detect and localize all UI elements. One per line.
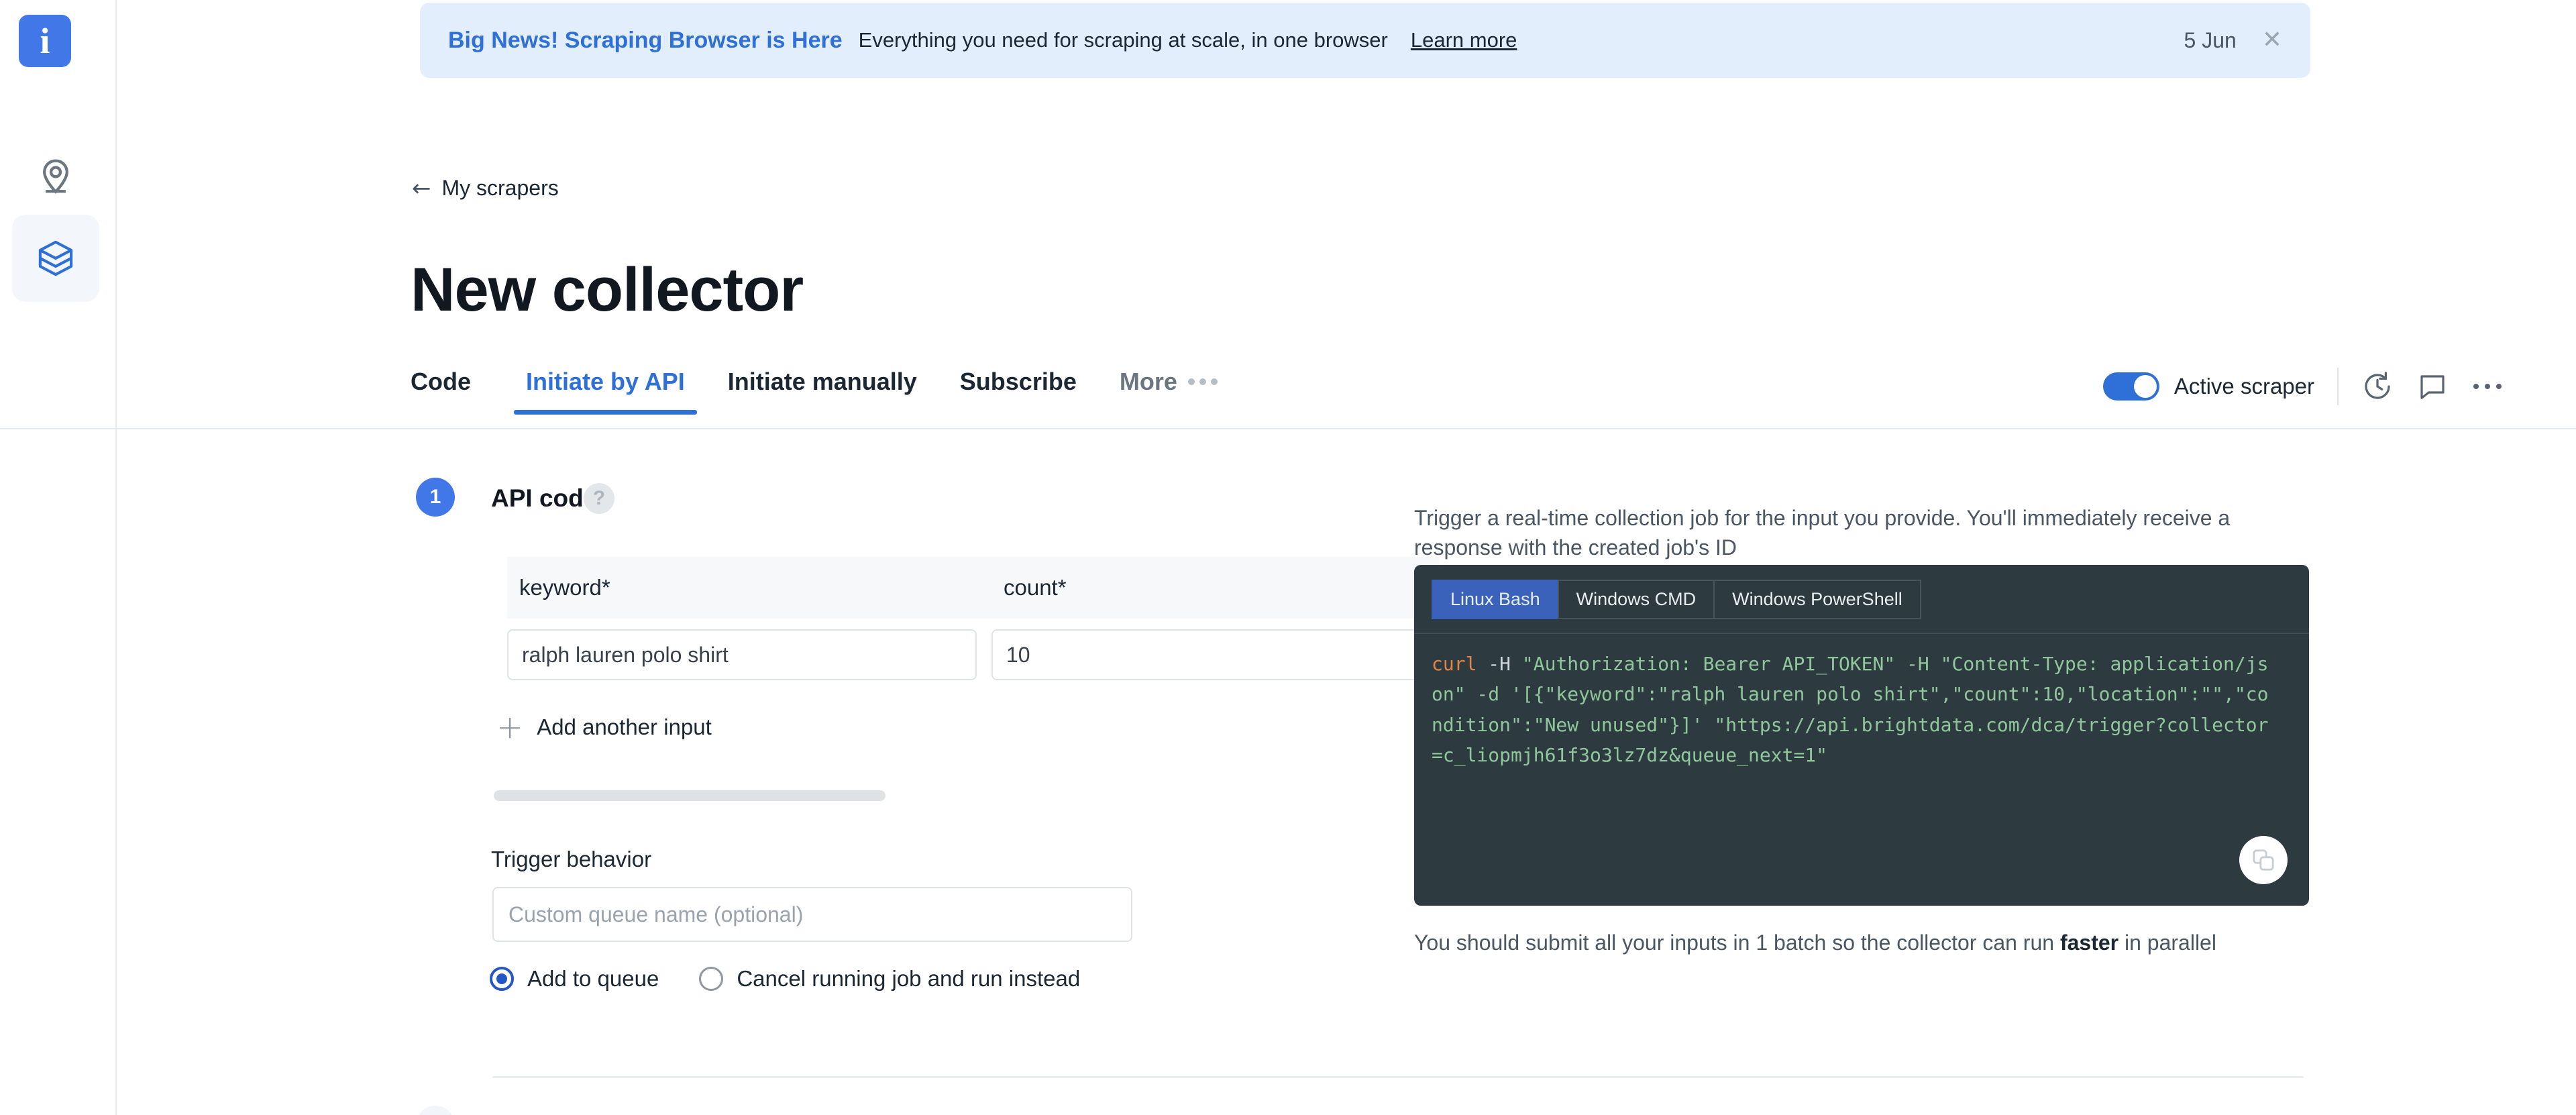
tab-subscribe[interactable]: Subscribe bbox=[948, 362, 1089, 413]
keyword-input[interactable]: ralph lauren polo shirt bbox=[507, 629, 977, 680]
tab-more[interactable]: More bbox=[1108, 362, 1230, 413]
add-another-input-label: Add another input bbox=[537, 714, 712, 739]
banner-subtitle: Everything you need for scraping at scal… bbox=[858, 28, 1388, 52]
radio-add-to-queue[interactable]: Add to queue bbox=[490, 966, 659, 992]
tab-bar: Code Initiate by API Initiate manually S… bbox=[0, 362, 2576, 429]
divider bbox=[2337, 368, 2339, 405]
custom-queue-name-field[interactable] bbox=[492, 887, 1132, 942]
trigger-behavior-label: Trigger behavior bbox=[491, 847, 652, 871]
api-description: Trigger a real-time collection job for t… bbox=[1414, 506, 2231, 560]
inputs-table: keyword* count* ralph lauren polo shirt … bbox=[507, 557, 1440, 680]
tab-code[interactable]: Code bbox=[411, 362, 483, 413]
trigger-behavior-radio-group: Add to queue Cancel running job and run … bbox=[490, 966, 1120, 992]
banner-learn-more-link[interactable]: Learn more bbox=[1411, 28, 1517, 52]
radio-button-selected[interactable] bbox=[490, 967, 514, 991]
code-flag: -H bbox=[1477, 653, 1522, 675]
overflow-menu-icon[interactable] bbox=[2471, 381, 2504, 392]
batch-note: You should submit all your inputs in 1 b… bbox=[1414, 927, 2279, 958]
breadcrumb[interactable]: ← My scrapers bbox=[412, 176, 559, 201]
location-pin-icon bbox=[43, 159, 68, 194]
toggle-knob bbox=[2133, 375, 2157, 398]
layers-icon bbox=[38, 240, 73, 276]
radio-cancel-running-job[interactable]: Cancel running job and run instead bbox=[699, 966, 1080, 992]
code-command: curl bbox=[1432, 653, 1477, 675]
step-1-badge: 1 bbox=[416, 478, 455, 517]
announcement-banner: Big News! Scraping Browser is Here Every… bbox=[420, 3, 2310, 78]
column-header-keyword: keyword* bbox=[519, 575, 610, 600]
code-language-tabs: Linux Bash Windows CMD Windows PowerShel… bbox=[1414, 565, 2309, 619]
code-tab-windows-powershell[interactable]: Windows PowerShell bbox=[1713, 580, 1921, 619]
sidebar-item-datasets[interactable] bbox=[12, 215, 99, 302]
radio-cancel-running-job-label: Cancel running job and run instead bbox=[737, 966, 1081, 991]
inputs-header-row: keyword* count* bbox=[507, 557, 1440, 619]
copy-icon[interactable] bbox=[2239, 836, 2288, 884]
step-2-badge-partial bbox=[416, 1106, 455, 1115]
close-icon[interactable]: ✕ bbox=[2262, 28, 2282, 52]
tab-initiate-manually[interactable]: Initiate manually bbox=[716, 362, 929, 413]
step-1-title: API code bbox=[491, 484, 598, 512]
custom-queue-name-input[interactable] bbox=[508, 902, 1116, 927]
batch-note-pre: You should submit all your inputs in 1 b… bbox=[1414, 931, 2060, 955]
back-arrow-icon: ← bbox=[412, 174, 431, 202]
comment-icon[interactable] bbox=[2416, 370, 2449, 403]
info-icon: i bbox=[40, 21, 50, 61]
breadcrumb-label: My scrapers bbox=[441, 176, 559, 200]
radio-button-unselected[interactable] bbox=[699, 967, 724, 991]
count-input[interactable]: 10 bbox=[991, 629, 1440, 680]
left-nav-rail: i bbox=[0, 0, 117, 1115]
inputs-value-row: ralph lauren polo shirt 10 bbox=[507, 629, 1440, 680]
inputs-horizontal-scrollbar[interactable] bbox=[494, 790, 885, 801]
column-header-count: count* bbox=[1004, 575, 1067, 600]
batch-note-post: in parallel bbox=[2118, 931, 2216, 955]
active-scraper-toggle[interactable] bbox=[2102, 372, 2159, 401]
tab-more-label: More bbox=[1119, 368, 1177, 395]
history-clock-icon[interactable] bbox=[2361, 370, 2394, 403]
code-snippet[interactable]: curl -H "Authorization: Bearer API_TOKEN… bbox=[1414, 634, 2309, 770]
banner-date: 5 Jun bbox=[2184, 28, 2237, 52]
page-title: New collector bbox=[411, 256, 804, 324]
code-snippet-box: Linux Bash Windows CMD Windows PowerShel… bbox=[1414, 565, 2309, 906]
help-icon[interactable]: ? bbox=[584, 483, 614, 514]
batch-note-emphasis: faster bbox=[2059, 931, 2119, 955]
add-another-input-button[interactable]: + Add another input bbox=[496, 711, 712, 743]
radio-add-to-queue-label: Add to queue bbox=[527, 966, 659, 991]
tab-list: Code Initiate by API Initiate manually S… bbox=[411, 362, 1248, 415]
active-scraper-label: Active scraper bbox=[2174, 374, 2314, 399]
code-body: "Authorization: Bearer API_TOKEN" -H "Co… bbox=[1432, 653, 2269, 767]
sidebar-item-location[interactable] bbox=[12, 134, 99, 221]
scraper-controls: Active scraper bbox=[2102, 368, 2504, 405]
tab-initiate-by-api[interactable]: Initiate by API bbox=[514, 362, 697, 415]
banner-title: Big News! Scraping Browser is Here bbox=[448, 27, 843, 53]
code-tab-linux-bash[interactable]: Linux Bash bbox=[1432, 580, 1558, 619]
code-tab-windows-cmd[interactable]: Windows CMD bbox=[1557, 580, 1714, 619]
plus-icon: + bbox=[496, 708, 524, 746]
section-divider bbox=[492, 1076, 2304, 1078]
sidebar-item-info[interactable]: i bbox=[19, 15, 71, 67]
ellipsis-icon bbox=[1187, 378, 1218, 385]
